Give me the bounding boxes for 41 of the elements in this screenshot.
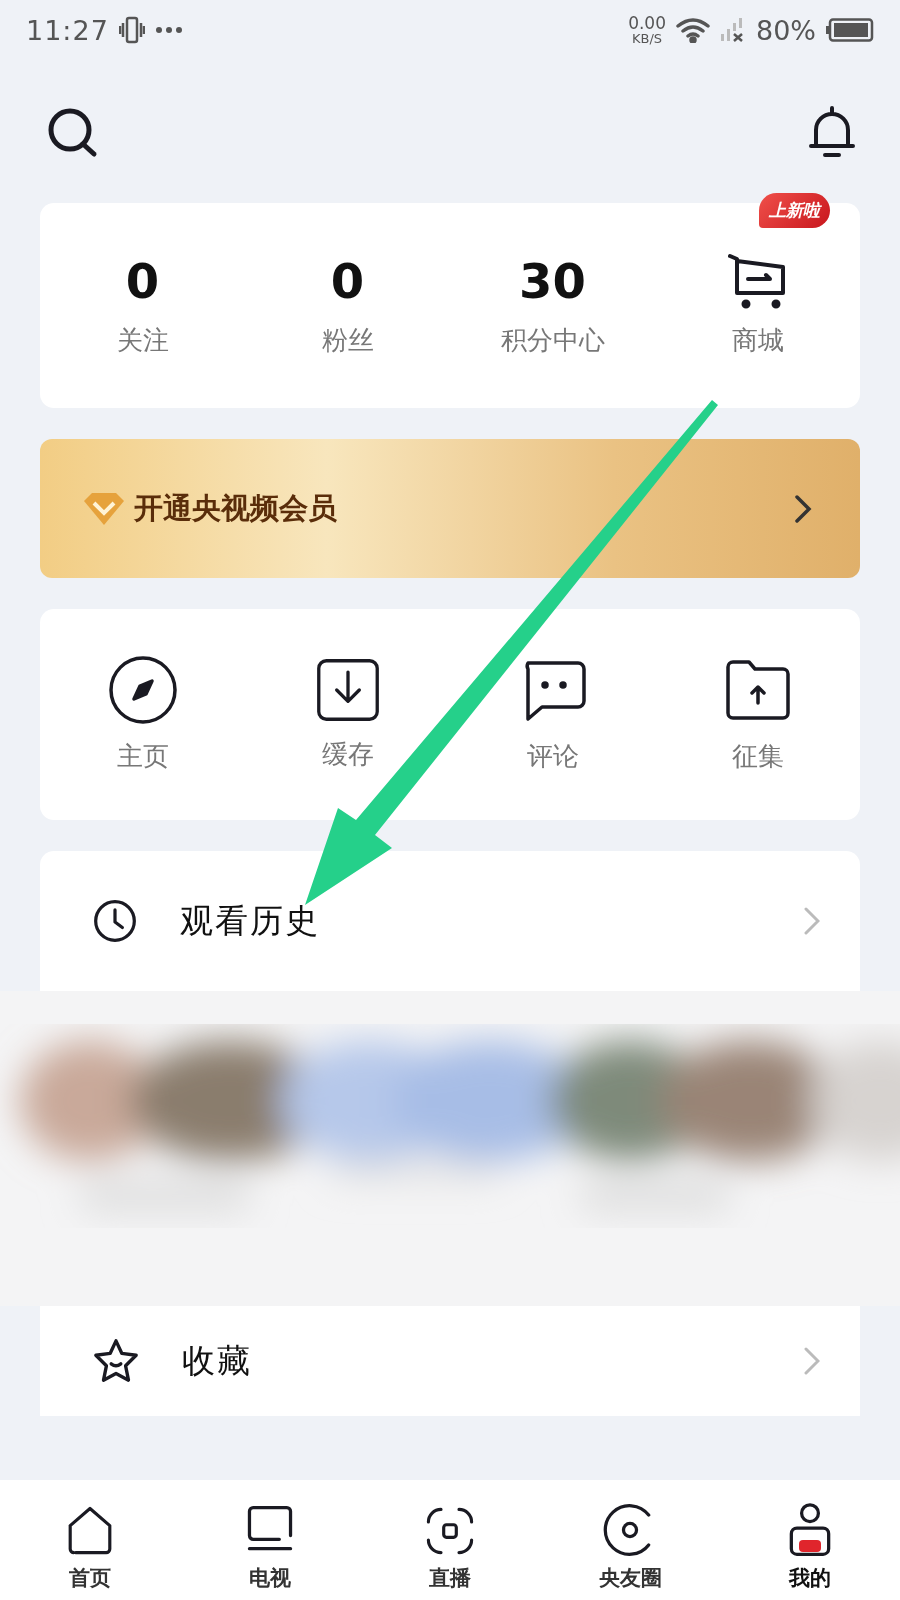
battery-icon [826,18,874,42]
chevron-right-icon [794,493,812,524]
stat-value[interactable]: 30 [519,253,586,309]
menu-label: 收藏 [182,1339,253,1382]
stat-label[interactable]: 关注 [116,323,169,358]
battery-percent: 80% [756,14,816,46]
stat-value[interactable]: 0 [125,253,160,309]
menu-row[interactable]: 收藏 [40,1306,860,1416]
more-icon [154,26,183,34]
menu-label: 观看历史 [180,899,321,942]
status-time: 11:27 [26,14,109,46]
nav-tab[interactable]: 央友圈 [540,1480,720,1600]
bell-icon[interactable] [808,103,856,160]
stat-label[interactable]: 粉丝 [321,323,374,358]
cart-icon[interactable] [727,253,788,309]
compass-icon [107,655,178,725]
shortcut-label[interactable]: 评论 [526,739,579,774]
wifi-icon [676,17,710,43]
stat-label[interactable]: 积分中心 [500,323,605,358]
vip-banner[interactable]: 开通央视频会员 [40,439,860,578]
menu-row[interactable]: 观看历史 [40,851,860,991]
clock-icon [92,898,138,944]
net-speed-unit: KB/S [632,32,663,45]
vip-banner-label: 开通央视频会员 [134,489,338,527]
nav-tab[interactable]: 我的 [720,1480,900,1600]
nav-tab[interactable]: 直播 [360,1480,540,1600]
chevron-right-icon [804,1347,820,1375]
stat-value[interactable]: 0 [330,253,365,309]
new-badge: 上新啦 [759,193,830,228]
shortcut-label[interactable]: 缓存 [321,737,374,772]
stat-label[interactable]: 商城 [731,323,784,358]
shortcut-label[interactable]: 主页 [116,739,169,774]
star-icon [92,1337,140,1385]
download-icon [314,657,381,723]
nav-tab[interactable]: 首页 [0,1480,180,1600]
shortcut-label[interactable]: 征集 [731,739,784,774]
chevron-right-icon [804,907,820,935]
net-speed: 0.00 [628,15,666,32]
diamond-icon [82,490,126,527]
nav-tab[interactable]: 电视 [180,1480,360,1600]
vibrate-icon [118,16,145,44]
